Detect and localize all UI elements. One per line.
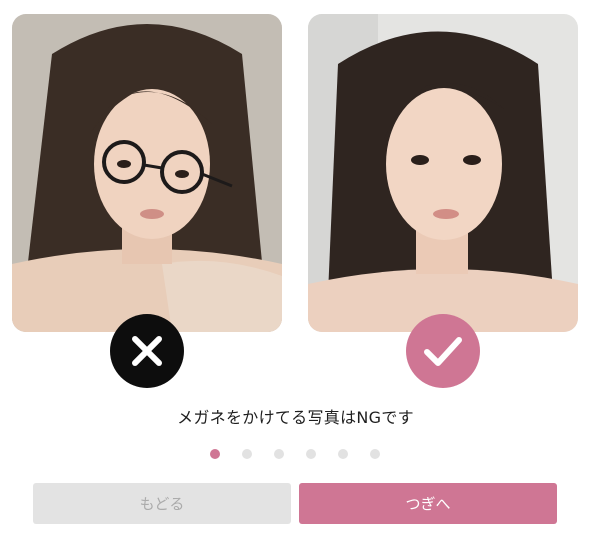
photo-guide-screen: メガネをかけてる写真はNGです もどる つぎへ [0,0,591,541]
pagination-dot-3 [274,449,284,459]
guide-caption: メガネをかけてる写真はNGです [177,408,414,427]
pagination-dots [210,449,380,459]
pagination-dot-4 [306,449,316,459]
pagination-dot-1 [210,449,220,459]
cross-icon [132,336,162,366]
check-icon [424,337,462,366]
ok-example-photo [308,14,578,332]
ng-example-photo [12,14,282,332]
back-button[interactable]: もどる [33,483,291,524]
ok-badge [406,314,480,388]
ng-badge [110,314,184,388]
pagination-dot-5 [338,449,348,459]
pagination-dot-2 [242,449,252,459]
next-button[interactable]: つぎへ [299,483,557,524]
pagination-dot-6 [370,449,380,459]
